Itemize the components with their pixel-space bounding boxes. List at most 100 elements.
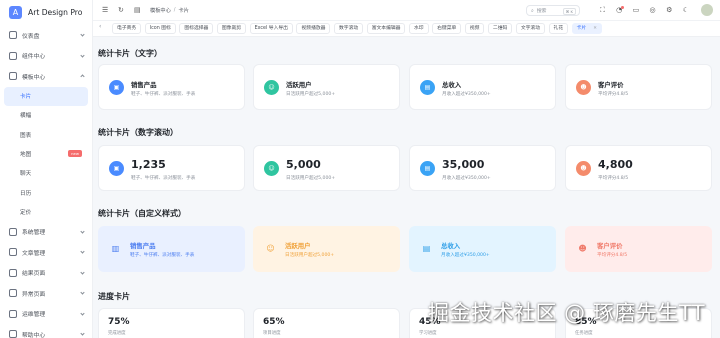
tab-rich-text[interactable]: 富文本编辑器: [366, 23, 406, 34]
tab-icon-picker[interactable]: 图标选择器: [179, 23, 214, 34]
sidebar-item-label: 异常页面: [22, 291, 46, 298]
components-icon: [9, 51, 17, 60]
card-title: 销售产品: [131, 81, 157, 89]
tab-icons[interactable]: Icon 图标: [144, 23, 176, 34]
sidebar-item-components[interactable]: 组件中心: [0, 46, 92, 67]
sidebar-item-label: 文章管理: [22, 250, 46, 257]
tab-label: 文字滚动: [520, 26, 541, 31]
sidebar-item-articles[interactable]: 文章管理: [0, 242, 92, 263]
tab-count-up[interactable]: 数字滚动: [333, 23, 364, 34]
sidebar-item-help[interactable]: 帮助中心: [0, 324, 92, 338]
search-shortcut: ⌘ K: [562, 8, 576, 15]
sidebar-subitem-calendar[interactable]: 日历: [0, 183, 92, 202]
sidebar-subitem-cards[interactable]: 卡片: [4, 86, 88, 106]
tab-video[interactable]: 视频: [464, 23, 485, 34]
bell-icon[interactable]: ◔: [615, 6, 624, 15]
sidebar-mode-icon[interactable]: ▤: [134, 6, 141, 14]
search-placeholder: 搜索: [536, 9, 547, 14]
sidebar-item-ops[interactable]: 运维管理: [0, 304, 92, 325]
tab-label: 数字滚动: [338, 26, 359, 31]
tab-image-crop[interactable]: 图像裁剪: [216, 23, 247, 34]
sidebar-item-label: 帮助中心: [22, 332, 46, 338]
card-desc: 鞋子、牛仔裤、派对服装、手表: [131, 92, 196, 97]
stat-card-text: ☻ 客户评价 平均评分4.8/5: [565, 64, 712, 110]
sidebar-item-dashboard[interactable]: 仪表盘: [0, 25, 92, 46]
breadcrumb-item[interactable]: 模板中心: [150, 7, 171, 14]
tab-qrcode[interactable]: 二维码: [487, 23, 513, 34]
tab-fireworks[interactable]: 礼花: [548, 23, 569, 34]
users-icon: ☺: [266, 244, 275, 253]
chevron-down-icon: [80, 310, 85, 316]
tab-label: 视频播放器: [301, 26, 326, 31]
card-desc: 平均评分4.8/5: [598, 176, 629, 181]
card-desc: 日活跃用户超过5,000+: [286, 92, 336, 97]
sidebar-item-system[interactable]: 系统管理: [0, 222, 92, 243]
tab-text-scroll[interactable]: 文字滚动: [515, 23, 546, 34]
fullscreen-icon[interactable]: ⛶: [598, 6, 607, 15]
card-value: 35,000: [442, 158, 485, 171]
chevron-down-icon: [80, 269, 85, 275]
watermark-text: 掘金技术社区 @ 琢磨先生TT: [428, 301, 706, 325]
breadcrumb-separator: /: [173, 7, 176, 13]
refresh-icon[interactable]: ↻: [118, 6, 125, 14]
sidebar-item-templates[interactable]: 模板中心: [0, 66, 92, 87]
card-title: 客户评价: [598, 81, 624, 89]
card-desc: 月收入超过¥350,000+: [442, 92, 491, 97]
chat-icon[interactable]: ▭: [631, 6, 640, 15]
sidebar-subitem-banners[interactable]: 横幅: [0, 106, 92, 125]
close-icon[interactable]: ✕: [593, 26, 597, 31]
users-icon: ☺: [264, 161, 279, 176]
stat-card-custom: ▤ 总收入 月收入超过¥350,000+: [409, 226, 556, 272]
top-header: ☰ ↻ ▤ 模板中心 / 卡片 ⌕ 搜索 ⌘ K ⛶ ◔ ▭ ◎ ⚙ ☾: [93, 0, 720, 20]
stat-card-number: ☺ 5,000 日活跃用户超过5,000+: [253, 145, 400, 191]
tab-label: 图标选择器: [184, 26, 209, 31]
progress-card: 75% 完成进度: [98, 308, 245, 338]
tab-context-menu[interactable]: 右键菜单: [432, 23, 462, 34]
tab-label: 电子商务: [117, 26, 137, 31]
tab-excel[interactable]: Excel 导入导出: [249, 23, 293, 34]
stat-card-number: ▣ 1,235 鞋子、牛仔裤、派对服装、手表: [98, 145, 245, 191]
settings-icon[interactable]: ⚙: [665, 6, 674, 15]
search-input[interactable]: ⌕ 搜索 ⌘ K: [526, 5, 580, 16]
breadcrumb: 模板中心 / 卡片: [150, 7, 189, 14]
tab-label: Icon 图标: [149, 26, 171, 31]
sidebar-subitem-label: 定价: [20, 209, 32, 216]
stat-card-text: ▣ 销售产品 鞋子、牛仔裤、派对服装、手表: [98, 64, 245, 110]
chevron-down-icon: [80, 290, 85, 295]
avatar[interactable]: [701, 4, 713, 16]
sidebar-subitem-charts[interactable]: 图表: [0, 125, 92, 144]
smile-icon: ☻: [576, 161, 591, 176]
tab-cards[interactable]: 卡片 ✕: [571, 23, 602, 34]
sidebar-subitem-pricing[interactable]: 定价: [0, 202, 92, 221]
stat-card-number: ☻ 4,800 平均评分4.8/5: [565, 145, 712, 191]
tab-label: 二维码: [492, 26, 508, 31]
error-page-icon: [9, 289, 17, 298]
stat-card-text: ☺ 活跃用户 日活跃用户超过5,000+: [253, 64, 400, 110]
theme-toggle-icon[interactable]: ☾: [681, 6, 690, 15]
tab-video-player[interactable]: 视频播放器: [296, 23, 331, 34]
brand[interactable]: A Art Design Pro: [0, 1, 92, 23]
sidebar-subitem-map[interactable]: 地图 new: [0, 144, 92, 163]
tab-watermark[interactable]: 水印: [408, 23, 429, 34]
chevron-up-icon: [80, 74, 85, 79]
tab-bar: ‹ 电子商务 Icon 图标 图标选择器 图像裁剪 Excel 导入导出 视频播…: [93, 20, 720, 37]
article-icon: [9, 248, 17, 257]
sidebar-subitem-label: 卡片: [20, 94, 32, 101]
sidebar-item-label: 系统管理: [22, 230, 46, 237]
language-icon[interactable]: ◎: [648, 6, 657, 15]
card-desc: 平均评分4.8/5: [598, 92, 629, 97]
sidebar-subitem-label: 聊天: [20, 171, 32, 178]
card-desc: 月收入超过¥350,000+: [441, 253, 490, 258]
chevron-down-icon: [80, 249, 85, 254]
smile-icon: ☻: [576, 80, 591, 95]
menu-toggle-icon[interactable]: ☰: [102, 6, 109, 14]
sidebar-item-results[interactable]: 结果页面: [0, 263, 92, 284]
breadcrumb-item-current: 卡片: [178, 7, 189, 14]
wallet-icon: ▤: [420, 80, 435, 95]
tab-ecommerce[interactable]: 电子商务: [112, 23, 142, 34]
sidebar-item-errors[interactable]: 异常页面: [0, 283, 92, 304]
sidebar-subitem-chat[interactable]: 聊天: [0, 164, 92, 183]
tabs-scroll-icon[interactable]: ‹: [99, 23, 107, 34]
sidebar: A Art Design Pro 仪表盘 组件中心 模板中心 卡片 横幅 图表 …: [0, 0, 93, 338]
stat-card-text: ▤ 总收入 月收入超过¥350,000+: [409, 64, 556, 110]
